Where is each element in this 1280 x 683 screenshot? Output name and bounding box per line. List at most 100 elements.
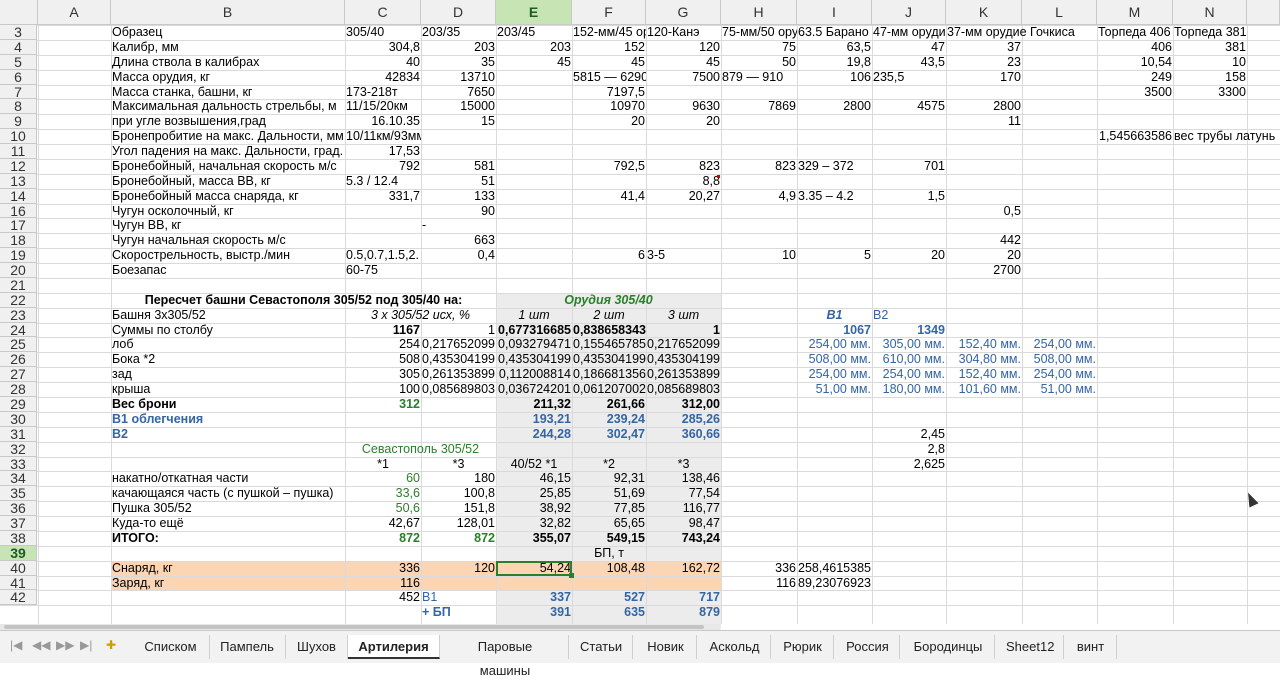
cell-B-20[interactable]: Боезапас bbox=[111, 263, 345, 278]
cell-B-37[interactable]: Куда-то ещё bbox=[111, 516, 345, 531]
cell-H-6[interactable]: 879 — 910 bbox=[721, 70, 797, 85]
cell-H-19[interactable]: 10 bbox=[721, 248, 797, 263]
sheet-tab-13[interactable]: винт bbox=[1065, 635, 1117, 659]
cell-C-13[interactable]: 5.3 / 12.4 bbox=[345, 174, 421, 189]
cell-C-27[interactable]: 305 bbox=[345, 367, 421, 382]
cell-H-8[interactable]: 7869 bbox=[721, 99, 797, 114]
cell-B-27[interactable]: зад bbox=[111, 367, 345, 382]
cell-E-28[interactable]: 0,036724201 bbox=[496, 382, 572, 397]
cell-D-40[interactable]: 120 bbox=[421, 561, 496, 576]
cell-E-33[interactable]: 40/52 *1 bbox=[496, 457, 572, 472]
cell-G-28[interactable]: 0,085689803 bbox=[646, 382, 721, 397]
cell-I-27[interactable]: 254,00 мм. bbox=[797, 367, 872, 382]
row-header-34[interactable]: 34 bbox=[0, 471, 37, 487]
cell-K-5[interactable]: 23 bbox=[946, 55, 1022, 70]
cell-N-3[interactable]: Торпеда 381 bbox=[1173, 25, 1247, 40]
cell-I-23[interactable]: В1 bbox=[797, 308, 872, 323]
cell-C-10[interactable]: 10/11км/93мм bbox=[345, 129, 421, 144]
cell-D-18[interactable]: 663 bbox=[421, 233, 496, 248]
cell-B-12[interactable]: Бронебойный, начальная скорость м/с bbox=[111, 159, 345, 174]
column-header-L[interactable]: L bbox=[1022, 0, 1097, 25]
cell-E-35[interactable]: 25,85 bbox=[496, 486, 572, 501]
cell-K-19[interactable]: 20 bbox=[946, 248, 1022, 263]
select-all-corner[interactable] bbox=[0, 0, 38, 25]
cell-B-3[interactable]: Образец bbox=[111, 25, 345, 40]
row-header-14[interactable]: 14 bbox=[0, 188, 37, 204]
cell-C-8[interactable]: 11/15/20км bbox=[345, 99, 421, 114]
cell-J-24[interactable]: 1349 bbox=[872, 323, 946, 338]
cell-E-34[interactable]: 46,15 bbox=[496, 471, 572, 486]
row-header-29[interactable]: 29 bbox=[0, 397, 37, 412]
row-header-7[interactable]: 7 bbox=[0, 84, 37, 100]
row-header-19[interactable]: 19 bbox=[0, 248, 37, 264]
cell-G-14[interactable]: 20,27 bbox=[646, 189, 721, 204]
cell-D-16[interactable]: 90 bbox=[421, 204, 496, 219]
cell-J-33[interactable]: 2,625 bbox=[872, 457, 946, 472]
cell-G-35[interactable]: 77,54 bbox=[646, 486, 721, 501]
first-sheet-icon[interactable]: |◀ bbox=[10, 638, 22, 652]
row-header-20[interactable]: 20 bbox=[0, 263, 37, 278]
cell-D-25[interactable]: 0,217652099 bbox=[421, 337, 496, 352]
cell-J-28[interactable]: 180,00 мм. bbox=[872, 382, 946, 397]
cell-D-3[interactable]: 203/35 bbox=[421, 25, 496, 40]
cell-G-6[interactable]: 7500 bbox=[646, 70, 721, 85]
cell-K-4[interactable]: 37 bbox=[946, 40, 1022, 55]
column-header-B[interactable]: B bbox=[111, 0, 345, 25]
cell-C-38[interactable]: 872 bbox=[345, 531, 421, 546]
cell-C-14[interactable]: 331,7 bbox=[345, 189, 421, 204]
column-header-J[interactable]: J bbox=[872, 0, 946, 25]
row-header-17[interactable]: 17 bbox=[0, 218, 37, 234]
cell-B-38[interactable]: ИТОГО: bbox=[111, 531, 345, 546]
horizontal-scrollbar[interactable] bbox=[0, 624, 720, 630]
cell-F-3[interactable]: 152-мм/45 ор bbox=[572, 25, 646, 40]
row-header-36[interactable]: 36 bbox=[0, 501, 37, 517]
row-header-42[interactable]: 42 bbox=[0, 590, 37, 606]
cell-G-38[interactable]: 743,24 bbox=[646, 531, 721, 546]
sheet-tab-2[interactable]: Пампель bbox=[209, 635, 286, 659]
cell-K-16[interactable]: 0,5 bbox=[946, 204, 1022, 219]
cell-C-33[interactable]: *1 bbox=[345, 457, 421, 472]
cell-G-30[interactable]: 285,26 bbox=[646, 412, 721, 427]
cell-M-3[interactable]: Торпеда 406 bbox=[1097, 25, 1173, 40]
cell-B-34[interactable]: накатно/откатная части bbox=[111, 471, 345, 486]
row-header-12[interactable]: 12 bbox=[0, 159, 37, 174]
cell-B-31[interactable]: В2 bbox=[111, 427, 345, 442]
cell-D-8[interactable]: 15000 bbox=[421, 99, 496, 114]
cell-C-11[interactable]: 17,53 bbox=[345, 144, 421, 159]
sheet-tab-10[interactable]: Россия bbox=[836, 635, 900, 659]
row-header-37[interactable]: 37 bbox=[0, 516, 37, 531]
cell-K-26[interactable]: 304,80 мм. bbox=[946, 352, 1022, 367]
cell-F-36[interactable]: 77,85 bbox=[572, 501, 646, 516]
cell-F-28[interactable]: 0,061207002 bbox=[572, 382, 646, 397]
cell-B-11[interactable]: Угол падения на макс. Дальности, град. bbox=[111, 144, 345, 159]
cell-N-10[interactable]: вес трубы латунь bbox=[1173, 129, 1280, 144]
cell-I-26[interactable]: 508,00 мм. bbox=[797, 352, 872, 367]
cell-J-14[interactable]: 1,5 bbox=[872, 189, 946, 204]
cell-J-19[interactable]: 20 bbox=[872, 248, 946, 263]
cell-F-27[interactable]: 0,186681356 bbox=[572, 367, 646, 382]
cell-L-26[interactable]: 508,00 мм. bbox=[1022, 352, 1097, 367]
row-header-24[interactable]: 24 bbox=[0, 322, 37, 338]
cell-F-35[interactable]: 51,69 bbox=[572, 486, 646, 501]
cell-J-32[interactable]: 2,8 bbox=[872, 442, 946, 457]
cell-F-26[interactable]: 0,435304199 bbox=[572, 352, 646, 367]
cell-G-3[interactable]: 120-Канэ bbox=[646, 25, 721, 40]
cell-I-5[interactable]: 19,8 bbox=[797, 55, 872, 70]
cell-G-42[interactable]: 717 bbox=[646, 590, 721, 605]
cell-M-5[interactable]: 10,54 bbox=[1097, 55, 1173, 70]
cell-B-9[interactable]: при угле возвышения,град bbox=[111, 114, 345, 129]
cell-C-24[interactable]: 1167 bbox=[345, 323, 421, 338]
fill-handle[interactable] bbox=[569, 572, 574, 578]
row-header-9[interactable]: 9 bbox=[0, 114, 37, 130]
cell-K-9[interactable]: 11 bbox=[946, 114, 1022, 129]
cell-J-31[interactable]: 2,45 bbox=[872, 427, 946, 442]
column-header-K[interactable]: K bbox=[946, 0, 1022, 25]
sheet-tab-3[interactable]: Шухов bbox=[286, 635, 348, 659]
sheet-tab-12[interactable]: Sheet12 bbox=[996, 635, 1064, 659]
column-header-E[interactable]: E bbox=[496, 0, 572, 25]
cell-B-14[interactable]: Бронебойный масса снаряда, кг bbox=[111, 189, 345, 204]
cell-C-19[interactable]: 0.5,0.7,1.5,2. bbox=[345, 248, 421, 263]
cell-K-28[interactable]: 101,60 мм. bbox=[946, 382, 1022, 397]
cell-G-43[interactable]: 879 bbox=[646, 605, 721, 620]
cell-D-43[interactable]: + БП bbox=[421, 605, 496, 620]
